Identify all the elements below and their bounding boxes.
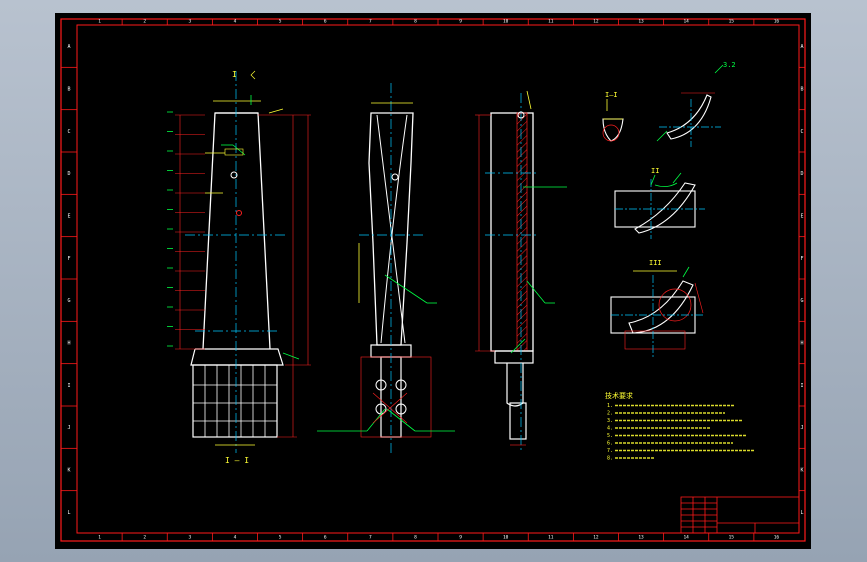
zone-col-label: 16 (774, 19, 780, 25)
view-label-front: I (232, 70, 237, 79)
zone-col-label: 1 (98, 19, 101, 25)
zone-col-label: 11 (548, 19, 554, 25)
note-line: 7. (607, 448, 613, 454)
zone-row-label: E (67, 214, 70, 220)
cad-viewport[interactable]: 1 1 2 2 3 3 4 4 5 5 6 6 7 7 8 8 9 9 10 10 11 11 12 12 13 13 14 14 15… (0, 0, 867, 562)
front-view (167, 70, 311, 453)
note-line: 4. (607, 426, 613, 432)
zone-row-label: F (800, 256, 803, 262)
section-detail-bottom (610, 266, 705, 357)
zone-row-label: J (67, 425, 70, 431)
zone-col-label: 9 (459, 535, 462, 541)
zone-row-label: C (800, 129, 803, 135)
zone-row-label: G (800, 298, 803, 304)
zone-row-label: L (800, 510, 803, 516)
view-label-section-2: II (651, 167, 659, 175)
zone-row-label: D (67, 171, 70, 177)
root-slots (193, 365, 277, 437)
zone-col-label: 5 (279, 535, 282, 541)
zone-col-label: 2 (143, 535, 146, 541)
note-line: 6. (607, 441, 613, 447)
zone-col-label: 5 (279, 19, 282, 25)
zone-col-label: 3 (188, 535, 191, 541)
technical-notes: 1. 2.3. 4.5. 6.7. 8. (607, 403, 755, 462)
view-label-section-3: III (649, 259, 662, 267)
zone-col-label: 12 (593, 19, 599, 25)
zone-row-label: H (67, 341, 70, 347)
note-line: 5. (607, 433, 613, 439)
zone-row-label: K (67, 468, 70, 474)
section-view (475, 90, 567, 453)
view-label-front-bottom: I — I (225, 456, 249, 465)
note-line: 1. (607, 403, 613, 409)
zone-row-label: A (67, 44, 70, 50)
zone-row-label: I (800, 383, 803, 389)
zone-row-label: B (800, 87, 803, 93)
zone-col-label: 4 (234, 19, 237, 25)
zone-col-label: 4 (234, 535, 237, 541)
zone-markers: 1122334455667788991010111112121313141415… (61, 19, 805, 541)
drawing-sheet: 1 1 2 2 3 3 4 4 5 5 6 6 7 7 8 8 9 9 10 10 11 11 12 12 13 13 14 14 15… (55, 13, 811, 549)
zone-row-label: G (67, 298, 70, 304)
zone-col-label: 8 (414, 19, 417, 25)
zone-col-label: 13 (638, 19, 644, 25)
roughness-symbol: 3.2 (723, 61, 736, 69)
section-root (509, 402, 527, 440)
zone-row-label: B (67, 87, 70, 93)
note-line: 8. (607, 456, 613, 462)
zone-col-label: 14 (683, 535, 689, 541)
zone-col-label: 10 (503, 535, 509, 541)
section-hatch (516, 112, 528, 352)
platform-outline (190, 348, 284, 366)
zone-row-label: D (800, 171, 803, 177)
blade-drawing: 1122334455667788991010111112121313141415… (60, 18, 806, 542)
zone-row-label: C (67, 129, 70, 135)
zone-col-label: 13 (638, 535, 644, 541)
side-view (317, 83, 455, 453)
title-block (680, 496, 800, 534)
zone-col-label: 7 (369, 535, 372, 541)
zone-col-label: 9 (459, 19, 462, 25)
zone-col-label: 12 (593, 535, 599, 541)
section-detail-middle (614, 172, 705, 239)
zone-col-label: 15 (729, 535, 735, 541)
zone-col-label: 14 (683, 19, 689, 25)
zone-row-label: L (67, 510, 70, 516)
zone-col-label: 1 (98, 535, 101, 541)
zone-row-label: I (67, 383, 70, 389)
note-line: 3. (607, 418, 613, 424)
zone-col-label: 7 (369, 19, 372, 25)
zone-col-label: 2 (143, 19, 146, 25)
view-label-section-1: I—I (605, 91, 618, 99)
outer-frame (60, 18, 806, 542)
zone-row-label: H (800, 341, 803, 347)
section-detail-top (602, 64, 724, 147)
zone-row-label: K (800, 468, 803, 474)
zone-col-label: 6 (324, 535, 327, 541)
zone-col-label: 10 (503, 19, 509, 25)
zone-col-label: 11 (548, 535, 554, 541)
zone-col-label: 3 (188, 19, 191, 25)
zone-row-label: E (800, 214, 803, 220)
notes-title: 技术要求 (605, 391, 633, 400)
note-line: 2. (607, 411, 613, 417)
zone-row-label: A (800, 44, 803, 50)
zone-row-label: J (800, 425, 803, 431)
zone-col-label: 6 (324, 19, 327, 25)
zone-col-label: 16 (774, 535, 780, 541)
zone-col-label: 8 (414, 535, 417, 541)
root-block (192, 364, 278, 438)
zone-row-label: F (67, 256, 70, 262)
zone-col-label: 15 (729, 19, 735, 25)
